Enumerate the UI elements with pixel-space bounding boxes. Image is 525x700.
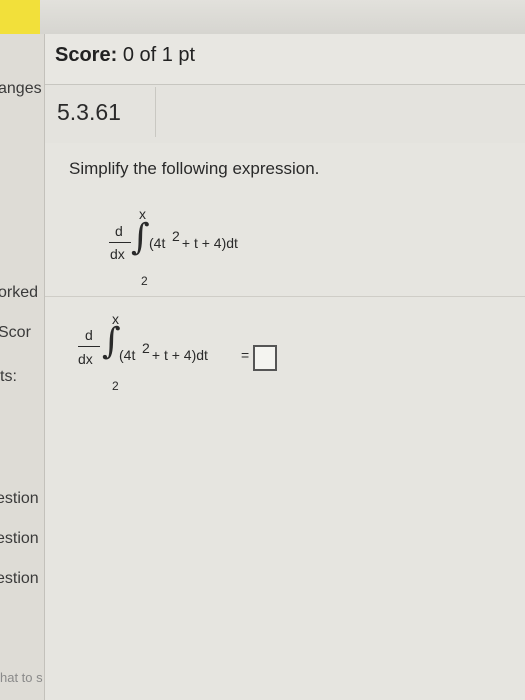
- answer-derivative-denominator: dx: [78, 351, 93, 367]
- sidebar-item-points: ts:: [0, 368, 17, 385]
- top-bar: [0, 0, 525, 35]
- sidebar-item-worked[interactable]: orked: [0, 284, 38, 302]
- question-number: 5.3.61: [53, 87, 156, 137]
- sidebar-item-changes[interactable]: anges: [0, 80, 42, 98]
- integrand-end: + t + 4)dt: [178, 235, 238, 251]
- answer-integral-lower-limit: 2: [112, 379, 119, 393]
- answer-derivative-fraction-line: [78, 346, 100, 347]
- highlight-tab: [0, 0, 40, 34]
- score-value: 0 of 1 pt: [122, 44, 196, 66]
- sidebar-item-question-2[interactable]: estion: [0, 530, 39, 548]
- answer-input[interactable]: [253, 345, 277, 371]
- sidebar-item-question-1[interactable]: estion: [0, 490, 39, 508]
- question-number-row: 5.3.61: [45, 85, 525, 144]
- answer-derivative-numerator: d: [85, 327, 93, 343]
- sidebar-item-question-3[interactable]: estion: [0, 570, 39, 588]
- answer-integrand-end: + t + 4)dt: [148, 347, 208, 363]
- answer-integral-sign: ∫: [102, 321, 121, 362]
- derivative-fraction-line: [109, 242, 131, 243]
- instruction-text: Simplify the following expression.: [69, 159, 320, 178]
- integral-lower-limit: 2: [141, 274, 148, 288]
- equals-sign: =: [241, 347, 250, 363]
- score-display: Score: 0 of 1 pt: [55, 44, 195, 67]
- integral-sign: ∫: [131, 217, 150, 258]
- sidebar: anges orked Scor ts: estion estion estio…: [0, 34, 45, 700]
- question-panel: Simplify the following expression. x d d…: [45, 143, 525, 700]
- sidebar-item-what-to[interactable]: hat to s: [0, 670, 43, 685]
- derivative-denominator: dx: [110, 246, 125, 262]
- section-divider: [45, 296, 525, 297]
- answer-integrand-start: (4t: [119, 347, 136, 363]
- derivative-numerator: d: [115, 223, 123, 239]
- score-bar: Score: 0 of 1 pt: [45, 34, 525, 85]
- integrand-start: (4t: [149, 235, 166, 251]
- score-label: Score:: [55, 44, 118, 66]
- sidebar-item-score: Scor: [0, 324, 31, 341]
